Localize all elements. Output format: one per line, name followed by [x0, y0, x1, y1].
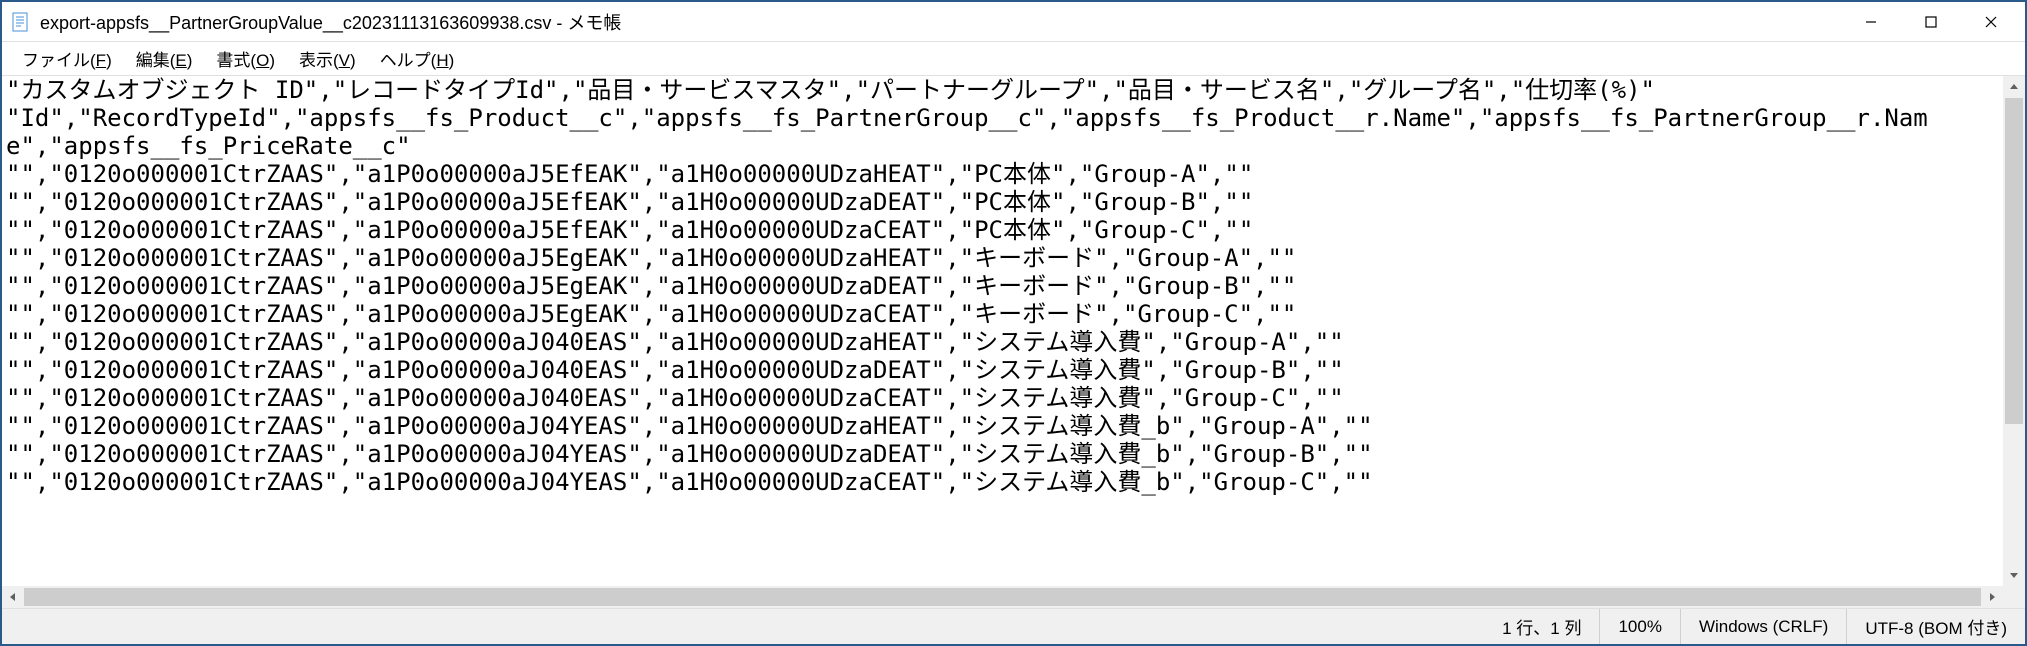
statusbar: 1 行、1 列 100% Windows (CRLF) UTF-8 (BOM 付… — [2, 608, 2025, 644]
menu-view[interactable]: 表示(V) — [287, 42, 368, 75]
status-line-ending: Windows (CRLF) — [1680, 609, 1846, 644]
window-controls — [1841, 3, 2021, 41]
menu-file[interactable]: ファイル(F) — [10, 42, 124, 75]
menu-help[interactable]: ヘルプ(H) — [368, 42, 467, 75]
scroll-up-arrow-icon[interactable] — [2003, 76, 2025, 98]
scroll-thumb-v[interactable] — [2005, 98, 2023, 424]
status-zoom: 100% — [1599, 609, 1679, 644]
menubar: ファイル(F) 編集(E) 書式(O) 表示(V) ヘルプ(H) — [2, 42, 2025, 76]
text-editor[interactable]: "カスタムオブジェクト ID","レコードタイプId","品目・サービスマスタ"… — [2, 76, 2003, 586]
horizontal-scrollbar[interactable] — [2, 586, 2003, 608]
menu-format[interactable]: 書式(O) — [204, 42, 287, 75]
status-encoding: UTF-8 (BOM 付き) — [1846, 609, 2025, 644]
content-area: "カスタムオブジェクト ID","レコードタイプId","品目・サービスマスタ"… — [2, 76, 2025, 586]
status-cursor-position: 1 行、1 列 — [1484, 609, 1599, 644]
notepad-window: export-appsfs__PartnerGroupValue__c20231… — [0, 0, 2027, 646]
scroll-track-h[interactable] — [24, 586, 1981, 608]
scroll-thumb-h[interactable] — [24, 588, 1981, 606]
scrollbar-corner — [2003, 586, 2025, 608]
maximize-button[interactable] — [1901, 3, 1961, 41]
minimize-button[interactable] — [1841, 3, 1901, 41]
vertical-scrollbar[interactable] — [2003, 76, 2025, 586]
titlebar: export-appsfs__PartnerGroupValue__c20231… — [2, 2, 2025, 42]
scroll-track-v[interactable] — [2003, 98, 2025, 564]
scroll-left-arrow-icon[interactable] — [2, 586, 24, 608]
window-title: export-appsfs__PartnerGroupValue__c20231… — [40, 9, 1841, 35]
notepad-icon — [10, 11, 32, 33]
close-button[interactable] — [1961, 3, 2021, 41]
menu-edit[interactable]: 編集(E) — [124, 42, 205, 75]
scroll-down-arrow-icon[interactable] — [2003, 564, 2025, 586]
scroll-right-arrow-icon[interactable] — [1981, 586, 2003, 608]
